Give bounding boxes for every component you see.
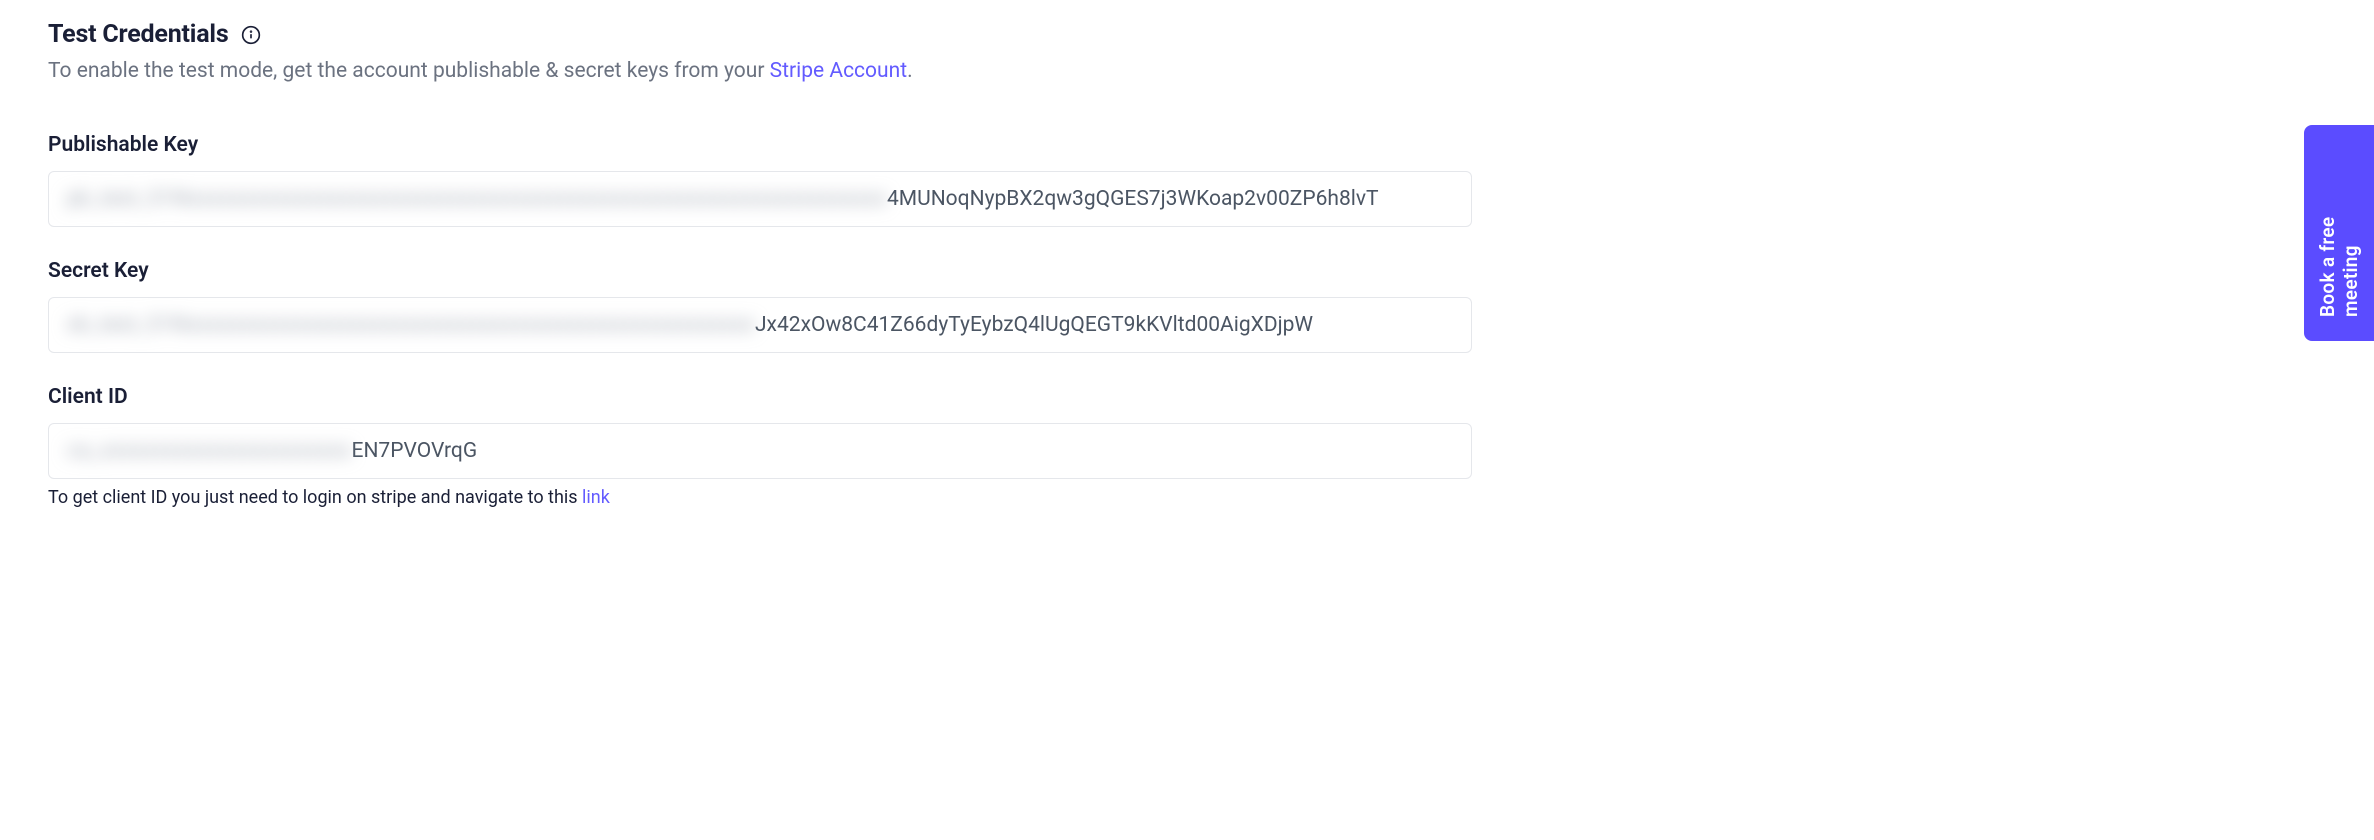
subtitle-prefix: To enable the test mode, get the account… [48, 59, 770, 83]
client-id-visible: EN7PVOVrqG [352, 439, 478, 463]
publishable-key-input[interactable]: pk_test_51Nxxxxxxxxxxxxxxxxxxxxxxxxxxxxx… [48, 171, 1472, 227]
publishable-key-visible: 4MUNoqNypBX2qw3gQGES7j3WKoap2v00ZP6h8lvT [887, 187, 1379, 211]
client-id-blurred: ca_xxxxxxxxxxxxxxxxxxxxxxx [67, 439, 352, 463]
publishable-key-group: Publishable Key pk_test_51Nxxxxxxxxxxxxx… [48, 133, 1472, 227]
publishable-key-blurred: pk_test_51Nxxxxxxxxxxxxxxxxxxxxxxxxxxxxx… [67, 187, 887, 211]
client-id-helper-link[interactable]: link [582, 487, 610, 508]
secret-key-blurred: sk_test_51Nxxxxxxxxxxxxxxxxxxxxxxxxxxxxx… [67, 313, 755, 337]
secret-key-group: Secret Key sk_test_51Nxxxxxxxxxxxxxxxxxx… [48, 259, 1472, 353]
info-icon[interactable] [240, 24, 262, 46]
section-header: Test Credentials [48, 20, 1472, 49]
section-subtitle: To enable the test mode, get the account… [48, 59, 1472, 83]
client-id-label: Client ID [48, 385, 1472, 409]
publishable-key-label: Publishable Key [48, 133, 1472, 157]
secret-key-visible: Jx42xOw8C41Z66dyTyEybzQ4lUgQEGT9kKVltd00… [755, 313, 1313, 337]
secret-key-input[interactable]: sk_test_51Nxxxxxxxxxxxxxxxxxxxxxxxxxxxxx… [48, 297, 1472, 353]
section-title: Test Credentials [48, 20, 228, 49]
client-id-group: Client ID ca_xxxxxxxxxxxxxxxxxxxxxxxEN7P… [48, 385, 1472, 508]
book-meeting-button[interactable]: Book a free meeting [2304, 125, 2374, 341]
client-id-helper: To get client ID you just need to login … [48, 487, 1472, 508]
client-id-helper-prefix: To get client ID you just need to login … [48, 487, 582, 508]
stripe-account-link[interactable]: Stripe Account [770, 59, 907, 83]
client-id-input[interactable]: ca_xxxxxxxxxxxxxxxxxxxxxxxEN7PVOVrqG [48, 423, 1472, 479]
subtitle-suffix: . [907, 59, 913, 83]
secret-key-label: Secret Key [48, 259, 1472, 283]
